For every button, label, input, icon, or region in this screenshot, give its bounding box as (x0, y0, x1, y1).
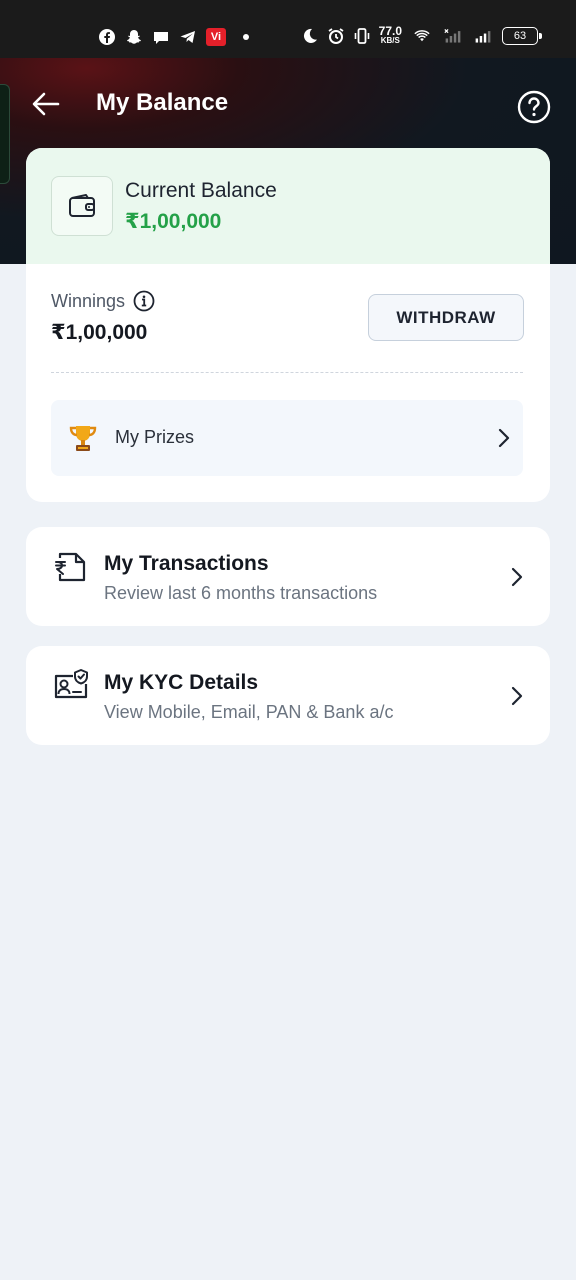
balance-card: Current Balance ₹1,00,000 Winnings ₹1,00… (26, 148, 550, 502)
current-balance-amount: ₹1,00,000 (125, 210, 222, 233)
alarm-icon (327, 27, 345, 45)
current-balance-section: Current Balance ₹1,00,000 (26, 148, 550, 264)
my-kyc-details-title: My KYC Details (104, 671, 259, 694)
withdraw-button[interactable]: WITHDRAW (368, 294, 524, 341)
winnings-label: Winnings (51, 290, 126, 311)
chevron-right-icon (498, 428, 510, 448)
help-button[interactable] (516, 89, 552, 125)
my-transactions-card[interactable]: My Transactions Review last 6 months tra… (26, 527, 550, 626)
battery-icon: 63 (502, 26, 542, 45)
wallet-icon (51, 176, 113, 236)
current-balance-label: Current Balance (125, 179, 277, 202)
help-circle-icon (517, 90, 551, 124)
trophy-icon (69, 426, 97, 451)
page-title: My Balance (96, 89, 229, 116)
notification-icons: Vi (98, 28, 249, 46)
arrow-left-icon (32, 92, 60, 116)
transactions-document-icon (55, 552, 86, 582)
chevron-right-icon (511, 567, 523, 587)
wifi-icon (410, 27, 434, 45)
side-drawer-handle[interactable] (0, 84, 10, 184)
my-kyc-details-subtitle: View Mobile, Email, PAN & Bank a/c (104, 702, 394, 722)
back-button[interactable] (26, 84, 66, 124)
info-icon[interactable] (133, 290, 155, 312)
my-kyc-details-card[interactable]: My KYC Details View Mobile, Email, PAN &… (26, 646, 550, 745)
vibrate-icon (353, 27, 371, 45)
dashed-divider (51, 372, 523, 373)
vi-icon: Vi (206, 28, 226, 46)
moon-icon (301, 27, 319, 45)
my-transactions-title: My Transactions (104, 552, 269, 575)
more-notifications-dot (243, 34, 249, 40)
my-prizes-row[interactable]: My Prizes (51, 400, 523, 476)
winnings-amount: ₹1,00,000 (51, 321, 148, 344)
facebook-icon (98, 28, 116, 46)
chevron-right-icon (511, 686, 523, 706)
signal-icon (472, 27, 494, 45)
system-icons: 77.0 KB/S 63 (301, 24, 542, 45)
net-speed: 77.0 KB/S (378, 24, 402, 45)
signal-icon (442, 27, 464, 45)
status-bar: Vi 77.0 KB/S 63 (0, 0, 576, 58)
telegram-icon (179, 28, 197, 46)
kyc-id-card-icon (54, 669, 88, 699)
chat-icon (152, 28, 170, 46)
snapchat-icon (125, 28, 143, 46)
my-transactions-subtitle: Review last 6 months transactions (104, 583, 378, 603)
winnings-label-row: Winnings (51, 290, 155, 312)
my-prizes-label: My Prizes (115, 427, 195, 447)
